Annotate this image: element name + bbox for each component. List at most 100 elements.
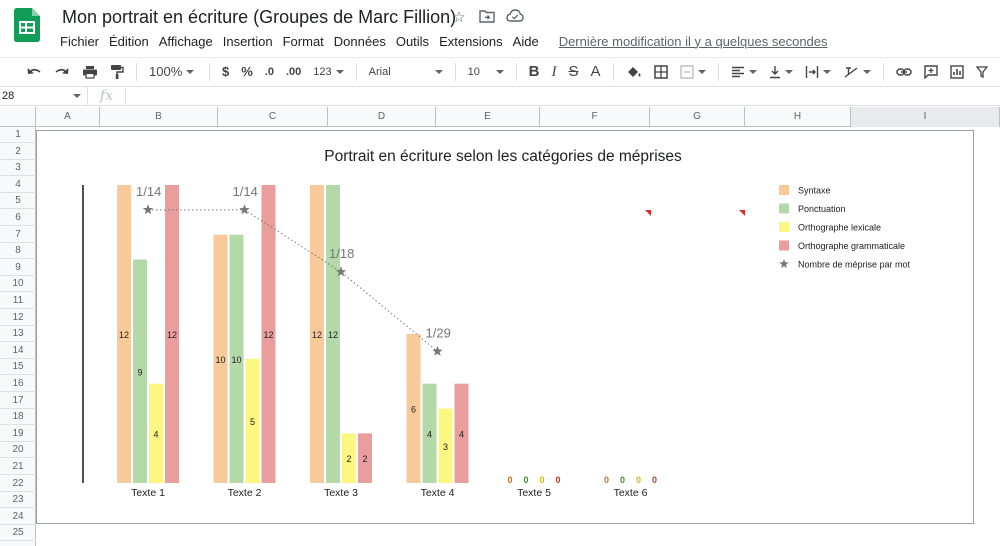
column-header-i[interactable]: I [851, 107, 1000, 127]
font-family-select[interactable]: Arial [363, 61, 449, 83]
legend-label: Nombre de méprise par mot [798, 260, 911, 270]
row-header-17[interactable]: 17 [0, 393, 36, 409]
strikethrough-button[interactable]: S [562, 61, 584, 83]
row-header-1[interactable]: 1 [0, 127, 36, 143]
row-header-9[interactable]: 9 [0, 260, 36, 276]
text-color-button[interactable]: A [585, 61, 607, 83]
italic-button[interactable]: I [545, 61, 562, 83]
paint-format-icon[interactable] [104, 61, 130, 83]
bar-data-label: 0 [555, 475, 560, 485]
bar-data-label: 5 [250, 417, 255, 427]
increase-decimals-button[interactable]: .00 [280, 61, 307, 83]
bar-data-label: 0 [620, 475, 625, 485]
sheets-logo-icon[interactable] [14, 8, 40, 42]
decrease-decimals-button[interactable]: .0 [259, 61, 280, 83]
row-header-13[interactable]: 13 [0, 326, 36, 343]
row-header-18[interactable]: 18 [0, 409, 36, 426]
row-header-2[interactable]: 2 [0, 144, 36, 160]
currency-format-button[interactable]: $ [216, 61, 235, 83]
select-all-corner[interactable] [0, 107, 36, 127]
percent-format-button[interactable]: % [235, 61, 259, 83]
row-header-19[interactable]: 19 [0, 426, 36, 442]
menu-donnees[interactable]: Données [330, 34, 392, 49]
star-marker-icon[interactable] [142, 204, 154, 215]
line-point-label: 1/14 [136, 184, 161, 199]
menu-edition[interactable]: Édition [105, 34, 155, 49]
star-marker-icon[interactable] [239, 204, 250, 215]
row-header-15[interactable]: 15 [0, 359, 36, 376]
bar-data-label: 2 [362, 454, 367, 464]
row-header-21[interactable]: 21 [0, 459, 36, 475]
vertical-align-icon[interactable] [763, 61, 799, 83]
fill-color-icon[interactable] [620, 61, 648, 83]
font-size-select[interactable]: 10 [462, 61, 510, 83]
document-title[interactable]: Mon portrait en écriture (Groupes de Mar… [62, 7, 456, 28]
insert-comment-icon[interactable] [918, 61, 944, 83]
toolbar-divider [882, 62, 884, 81]
comment-marker-icon[interactable] [739, 210, 745, 216]
column-header-f[interactable]: F [540, 107, 650, 127]
zoom-select[interactable]: 100% [143, 61, 203, 83]
insert-chart-icon[interactable] [944, 61, 970, 83]
row-header-24[interactable]: 24 [0, 509, 36, 525]
text-rotation-icon[interactable] [837, 61, 877, 83]
menu-aide[interactable]: Aide [509, 34, 545, 49]
last-edit-link[interactable]: Dernière modification il y a quelques se… [559, 34, 828, 49]
comment-marker-icon[interactable] [645, 210, 651, 216]
bar-data-label: 0 [604, 475, 609, 485]
menu-fichier[interactable]: Fichier [56, 34, 105, 49]
row-header-25[interactable]: 25 [0, 525, 36, 542]
row-header-3[interactable]: 3 [0, 160, 36, 177]
row-header-22[interactable]: 22 [0, 476, 36, 492]
menu-insertion[interactable]: Insertion [219, 34, 279, 49]
filter-icon[interactable] [970, 61, 994, 83]
embedded-chart[interactable]: Portrait en écriture selon les catégorie… [36, 130, 974, 524]
row-header-6[interactable]: 6 [0, 210, 36, 226]
star-marker-icon[interactable] [432, 345, 443, 356]
column-header-b[interactable]: B [100, 107, 218, 127]
row-header-14[interactable]: 14 [0, 343, 36, 359]
toolbar-divider [209, 62, 210, 81]
merge-cells-icon[interactable] [674, 61, 712, 83]
move-folder-icon[interactable] [478, 9, 496, 27]
column-header-d[interactable]: D [328, 107, 436, 127]
row-header-5[interactable]: 5 [0, 193, 36, 210]
menu-format[interactable]: Format [279, 34, 330, 49]
name-box[interactable]: 28 [0, 86, 88, 106]
menu-outils[interactable]: Outils [392, 34, 435, 49]
formula-input[interactable] [126, 86, 1000, 106]
menu-extensions[interactable]: Extensions [435, 34, 509, 49]
borders-icon[interactable] [648, 61, 674, 83]
menu-affichage[interactable]: Affichage [155, 34, 219, 49]
print-icon[interactable] [76, 61, 104, 83]
text-wrap-icon[interactable] [799, 61, 837, 83]
row-header-8[interactable]: 8 [0, 243, 36, 260]
row-header-7[interactable]: 7 [0, 227, 36, 243]
row-header-23[interactable]: 23 [0, 492, 36, 509]
redo-icon[interactable] [48, 61, 76, 83]
horizontal-align-icon[interactable] [725, 61, 763, 83]
column-header-e[interactable]: E [436, 107, 540, 127]
row-header-11[interactable]: 11 [0, 293, 36, 309]
undo-icon[interactable] [20, 61, 48, 83]
row-header-4[interactable]: 4 [0, 177, 36, 193]
row-header-16[interactable]: 16 [0, 376, 36, 392]
insert-link-icon[interactable] [890, 61, 918, 83]
menu-bar: Fichier Édition Affichage Insertion Form… [56, 32, 828, 50]
bar-data-label: 10 [231, 355, 241, 365]
row-header-10[interactable]: 10 [0, 276, 36, 293]
star-icon[interactable]: ☆ [450, 9, 468, 27]
column-header-h[interactable]: H [745, 107, 851, 127]
more-formats-select[interactable]: 123 [307, 61, 349, 83]
bar-data-label: 4 [427, 429, 432, 439]
column-header-g[interactable]: G [650, 107, 745, 127]
bold-button[interactable]: B [523, 61, 546, 83]
column-header-a[interactable]: A [36, 107, 100, 127]
line-series-path[interactable] [148, 209, 438, 352]
x-axis-tick-label: Texte 6 [614, 487, 648, 499]
row-header-12[interactable]: 12 [0, 310, 36, 326]
row-header-20[interactable]: 20 [0, 442, 36, 459]
column-header-c[interactable]: C [218, 107, 328, 127]
chart-legend[interactable]: Syntaxe Ponctuation Orthographe lexicale Or… [779, 185, 911, 270]
cloud-saved-icon[interactable] [506, 9, 524, 27]
